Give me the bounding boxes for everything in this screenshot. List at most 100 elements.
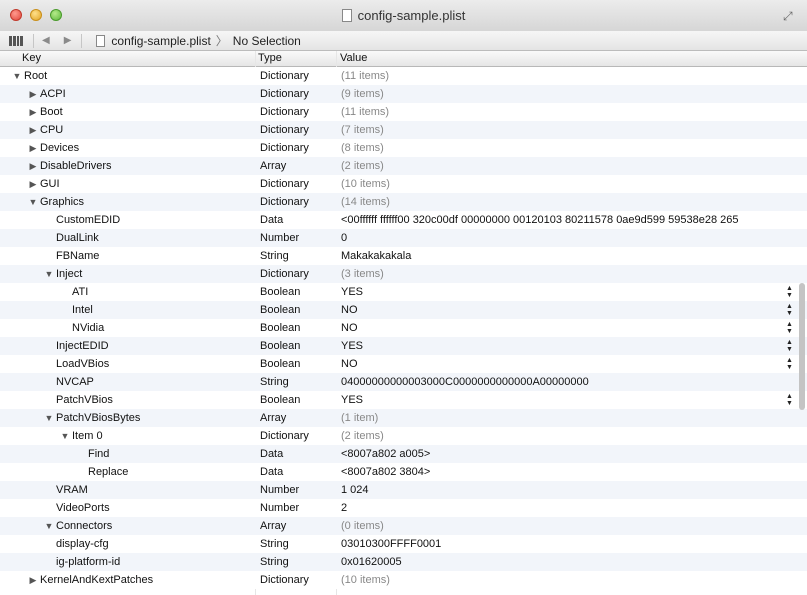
row-key[interactable]: DualLink <box>0 229 297 247</box>
table-row[interactable]: ▼ PatchVBiosBytes Array (1 item) <box>0 409 807 427</box>
row-key[interactable]: VideoPorts <box>0 499 297 517</box>
row-type[interactable]: Dictionary <box>260 139 338 157</box>
row-type[interactable]: Dictionary <box>260 571 338 589</box>
fullscreen-icon[interactable]: ⤢ <box>783 9 797 23</box>
row-type[interactable]: String <box>260 373 338 391</box>
forward-icon[interactable]: ▶ <box>64 35 72 46</box>
table-row[interactable]: Intel Boolean NO ▲ ▼ <box>0 301 807 319</box>
table-row[interactable]: ▶ KernelAndKextPatches Dictionary (10 items… <box>0 571 807 589</box>
row-type[interactable]: Boolean <box>260 319 338 337</box>
table-row[interactable]: ig-platform-id String 0x01620005 <box>0 553 807 571</box>
table-row[interactable]: NVCAP String 04000000000003000C00000000000… <box>0 373 807 391</box>
row-value[interactable]: 1 024 <box>341 481 807 499</box>
row-type[interactable]: Dictionary <box>260 193 338 211</box>
row-value[interactable]: YES <box>341 391 807 409</box>
breadcrumb-file[interactable]: config-sample.plist <box>111 34 210 48</box>
row-key[interactable]: ▶ Boot <box>0 103 281 121</box>
boolean-stepper-icon[interactable]: ▲ ▼ <box>786 285 793 299</box>
table-row[interactable]: VideoPorts Number 2 <box>0 499 807 517</box>
table-row[interactable]: LoadVBios Boolean NO ▲ ▼ <box>0 355 807 373</box>
row-type[interactable]: Boolean <box>260 355 338 373</box>
scrollbar-indicator[interactable] <box>799 283 805 410</box>
row-key[interactable]: ig-platform-id <box>0 553 297 571</box>
table-row[interactable]: ▶ DisableDrivers Array (2 items) <box>0 157 807 175</box>
row-type[interactable]: Dictionary <box>260 121 338 139</box>
row-type[interactable]: Dictionary <box>260 85 338 103</box>
row-value[interactable]: YES <box>341 337 807 355</box>
row-type[interactable]: Boolean <box>260 391 338 409</box>
row-value[interactable]: YES <box>341 283 807 301</box>
row-type[interactable]: Dictionary <box>260 175 338 193</box>
disclosure-open-icon[interactable]: ▼ <box>12 67 22 85</box>
row-key[interactable]: CustomEDID <box>0 211 297 229</box>
row-type[interactable]: Boolean <box>260 337 338 355</box>
boolean-stepper-icon[interactable]: ▲ ▼ <box>786 357 793 371</box>
row-key[interactable]: NVCAP <box>0 373 297 391</box>
row-key[interactable]: FBName <box>0 247 297 265</box>
table-row[interactable]: NVidia Boolean NO ▲ ▼ <box>0 319 807 337</box>
row-key[interactable]: ▼ Inject <box>0 265 297 283</box>
disclosure-closed-icon[interactable]: ▶ <box>28 139 38 157</box>
table-row[interactable]: ▼ Inject Dictionary (3 items) <box>0 265 807 283</box>
row-value[interactable]: (10 items) <box>341 571 807 589</box>
row-key[interactable]: ▼ Root <box>0 67 265 85</box>
row-value[interactable]: (2 items) <box>341 157 807 175</box>
column-header-type[interactable]: Type <box>258 52 282 64</box>
row-key[interactable]: InjectEDID <box>0 337 297 355</box>
table-row[interactable]: ▶ Devices Dictionary (8 items) <box>0 139 807 157</box>
row-type[interactable]: String <box>260 553 338 571</box>
row-type[interactable]: Dictionary <box>260 103 338 121</box>
back-icon[interactable]: ◀ <box>42 35 50 46</box>
row-key[interactable]: ▶ CPU <box>0 121 281 139</box>
table-row[interactable]: ▼ Root Dictionary (11 items) <box>0 67 807 85</box>
row-value[interactable]: (11 items) <box>341 103 807 121</box>
boolean-stepper-icon[interactable]: ▲ ▼ <box>786 339 793 353</box>
row-value[interactable]: (0 items) <box>341 517 807 535</box>
boolean-stepper-icon[interactable]: ▲ ▼ <box>786 303 793 317</box>
row-type[interactable]: Array <box>260 517 338 535</box>
disclosure-open-icon[interactable]: ▼ <box>44 409 54 427</box>
row-value[interactable]: NO <box>341 319 807 337</box>
row-value[interactable]: <00ffffff ffffff00 320c00df 00000000 001… <box>341 211 807 229</box>
row-key[interactable]: ▼ Connectors <box>0 517 297 535</box>
row-type[interactable]: Data <box>260 463 338 481</box>
row-value[interactable]: 2 <box>341 499 807 517</box>
row-type[interactable]: Dictionary <box>260 67 338 85</box>
row-type[interactable]: String <box>260 247 338 265</box>
table-row[interactable]: VRAM Number 1 024 <box>0 481 807 499</box>
table-row[interactable]: FBName String Makakakakala <box>0 247 807 265</box>
row-value[interactable]: (2 items) <box>341 427 807 445</box>
table-row[interactable]: ATI Boolean YES ▲ ▼ <box>0 283 807 301</box>
row-type[interactable]: String <box>260 535 338 553</box>
table-row[interactable]: ▼ Connectors Array (0 items) <box>0 517 807 535</box>
disclosure-closed-icon[interactable]: ▶ <box>28 157 38 175</box>
table-row[interactable]: ▶ ACPI Dictionary (9 items) <box>0 85 807 103</box>
related-items-icon[interactable] <box>9 35 23 46</box>
table-row[interactable]: ▼ Graphics Dictionary (14 items) <box>0 193 807 211</box>
row-key[interactable]: PatchVBios <box>0 391 297 409</box>
row-type[interactable]: Data <box>260 211 338 229</box>
table-row[interactable]: ▶ CPU Dictionary (7 items) <box>0 121 807 139</box>
row-key[interactable]: VRAM <box>0 481 297 499</box>
disclosure-closed-icon[interactable]: ▶ <box>28 571 38 589</box>
disclosure-open-icon[interactable]: ▼ <box>44 517 54 535</box>
row-key[interactable]: ▼ Graphics <box>0 193 281 211</box>
disclosure-closed-icon[interactable]: ▶ <box>28 121 38 139</box>
row-value[interactable]: (3 items) <box>341 265 807 283</box>
boolean-stepper-icon[interactable]: ▲ ▼ <box>786 321 793 335</box>
row-key[interactable]: display-cfg <box>0 535 297 553</box>
row-type[interactable]: Dictionary <box>260 265 338 283</box>
table-row[interactable]: InjectEDID Boolean YES ▲ ▼ <box>0 337 807 355</box>
breadcrumb-selection[interactable]: No Selection <box>233 34 301 48</box>
disclosure-open-icon[interactable]: ▼ <box>60 427 70 445</box>
disclosure-closed-icon[interactable]: ▶ <box>28 103 38 121</box>
row-value[interactable]: 03010300FFFF0001 <box>341 535 807 553</box>
row-value[interactable]: NO <box>341 355 807 373</box>
table-row[interactable]: Find Data <8007a802 a005> <box>0 445 807 463</box>
row-key[interactable]: ▼ PatchVBiosBytes <box>0 409 297 427</box>
row-value[interactable]: <8007a802 3804> <box>341 463 807 481</box>
row-value[interactable]: <8007a802 a005> <box>341 445 807 463</box>
boolean-stepper-icon[interactable]: ▲ ▼ <box>786 393 793 407</box>
document-icon[interactable] <box>341 9 352 22</box>
row-type[interactable]: Array <box>260 409 338 427</box>
